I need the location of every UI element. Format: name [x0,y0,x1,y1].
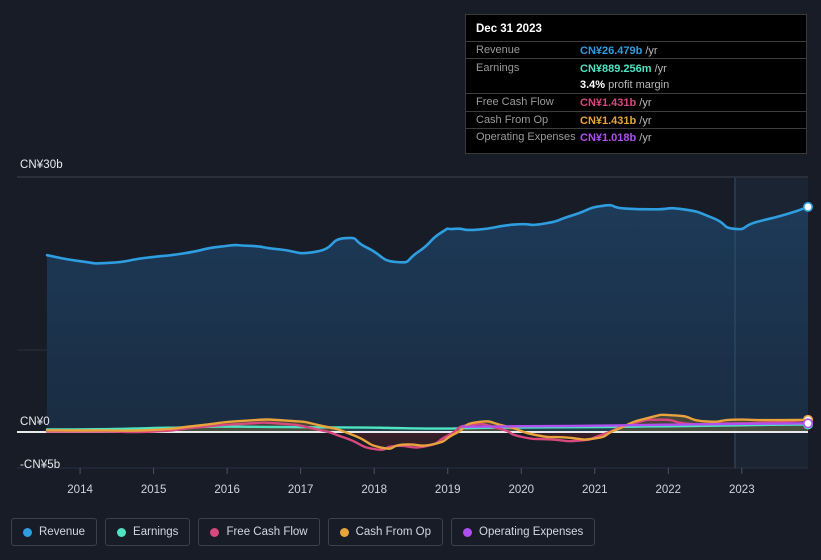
y-axis-label-top: CN¥30b [20,159,63,171]
x-axis-tick-2016: 2016 [214,484,240,496]
tooltip-row-earnings: Earnings CN¥889.256m/yr [466,58,806,75]
legend-dot-icon [210,527,220,537]
legend-label: Cash From Op [355,526,432,538]
x-axis-tick-2020: 2020 [508,484,535,496]
tooltip-label-revenue: Revenue [476,44,521,57]
tooltip-label-operating-expenses: Operating Expenses [476,131,576,144]
tooltip-label-free-cash-flow: Free Cash Flow [476,96,554,109]
tooltip-unit-earnings: /yr [654,62,667,75]
legend-label: Operating Expenses [479,526,584,538]
tooltip-row-cash-from-op: Cash From Op CN¥1.431b/yr [466,110,806,128]
chart-page: CN¥30b CN¥0 -CN¥5b 2014 2015 2016 2017 2018 2… [0,0,821,560]
x-axis-tick-2022: 2022 [655,484,682,496]
tooltip-row-profit-margin: 3.4% profit margin [466,76,806,93]
tooltip-value-profit-margin: 3.4% [580,79,606,92]
tooltip-row-operating-expenses: Operating Expenses CN¥1.018b/yr [466,127,806,145]
legend-label: Revenue [39,526,86,538]
y-axis-label-zero: CN¥0 [20,416,50,428]
chart-legend: Revenue Earnings Free Cash Flow Cash From O… [11,518,596,546]
tooltip-row-revenue: Revenue CN¥26.479b/yr [466,41,806,58]
data-tooltip: Dec 31 2023 Revenue CN¥26.479b/yr Earnin… [466,15,806,153]
x-axis-tick-2014: 2014 [67,484,93,496]
tooltip-unit-profit-margin: profit margin [608,79,670,92]
legend-item-earnings[interactable]: Earnings [105,518,191,546]
tooltip-unit-revenue: /yr [645,45,658,58]
legend-dot-icon [339,527,349,537]
legend-dot-icon [463,527,473,537]
tooltip-date: Dec 31 2023 [476,23,542,35]
tooltip-value-cash-from-op: CN¥1.431b [580,114,637,127]
tooltip-unit-operating-expenses: /yr [639,132,652,145]
legend-item-revenue[interactable]: Revenue [11,518,98,546]
legend-item-cash-from-op[interactable]: Cash From Op [327,518,444,546]
tooltip-value-earnings: CN¥889.256m [580,62,652,75]
tooltip-unit-cash-from-op: /yr [639,114,652,127]
legend-dot-icon [23,527,32,537]
x-axis-tick-2021: 2021 [581,484,608,496]
x-axis-tick-2018: 2018 [361,484,387,496]
tooltip-value-operating-expenses: CN¥1.018b [580,132,637,145]
tooltip-unit-free-cash-flow: /yr [639,97,652,110]
legend-dot-icon [117,527,127,537]
x-axis-tick-2023: 2023 [729,484,755,496]
tooltip-label-cash-from-op: Cash From Op [476,113,549,126]
x-axis-tick-2015: 2015 [140,484,167,496]
legend-item-free-cash-flow[interactable]: Free Cash Flow [198,518,320,546]
x-axis-tick-2019: 2019 [434,484,461,496]
legend-label: Earnings [133,526,179,538]
tooltip-value-revenue: CN¥26.479b [580,45,643,58]
x-axis-tick-2017: 2017 [287,484,314,496]
legend-item-operating-expenses[interactable]: Operating Expenses [451,518,596,546]
y-axis-label-bottom: -CN¥5b [20,459,61,471]
tooltip-label-earnings: Earnings [476,61,520,74]
tooltip-value-free-cash-flow: CN¥1.431b [580,97,637,110]
legend-label: Free Cash Flow [226,526,308,538]
tooltip-row-free-cash-flow: Free Cash Flow CN¥1.431b/yr [466,93,806,110]
